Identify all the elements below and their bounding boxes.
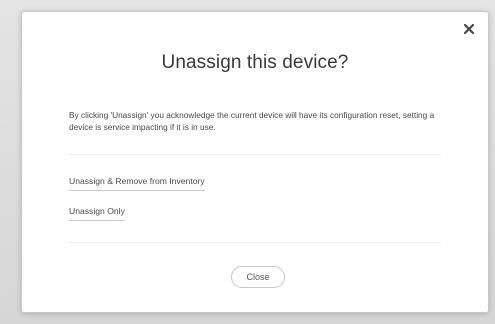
close-icon[interactable]	[462, 22, 476, 36]
unassign-remove-link[interactable]: Unassign & Remove from Inventory	[69, 176, 205, 191]
dialog-title: Unassign this device?	[161, 52, 349, 73]
unassign-only-link[interactable]: Unassign Only	[69, 206, 125, 221]
close-button[interactable]: Close	[231, 266, 285, 288]
unassign-device-dialog: Unassign this device? By clicking 'Unass…	[21, 11, 489, 313]
divider	[69, 242, 441, 243]
dialog-description: By clicking 'Unassign' you acknowledge t…	[69, 110, 435, 132]
divider	[69, 154, 441, 155]
